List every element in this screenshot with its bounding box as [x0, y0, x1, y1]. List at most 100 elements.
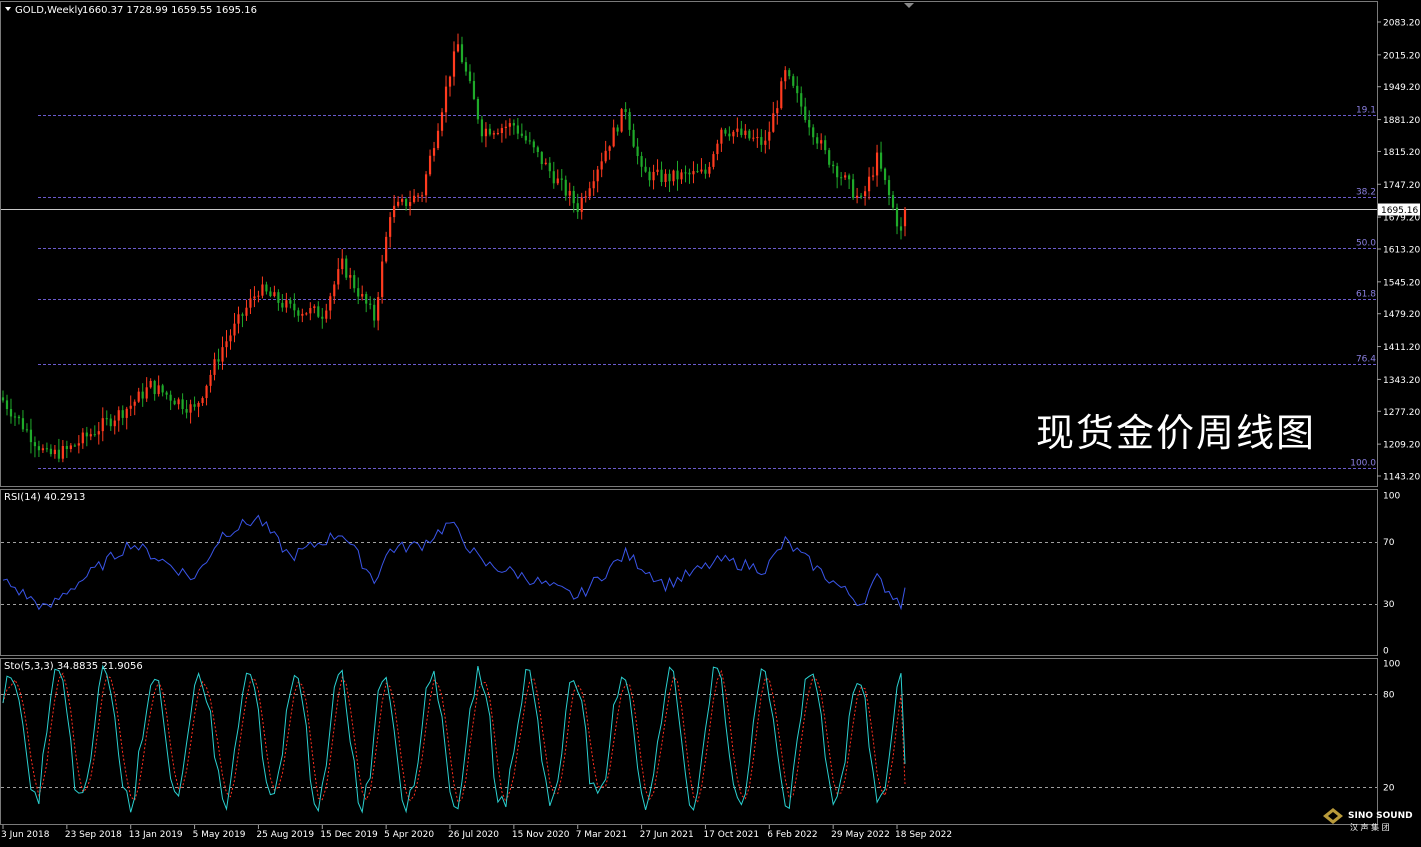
candle-body — [616, 127, 619, 132]
candle-body — [460, 44, 464, 63]
candle-body — [668, 173, 671, 182]
candle-body — [887, 180, 891, 196]
candle-body — [895, 207, 899, 227]
candle-body — [604, 150, 607, 162]
candle-body — [229, 335, 232, 342]
candle-body — [21, 418, 25, 430]
price-tick-label: 1143.20 — [1383, 473, 1420, 483]
candle-body — [233, 323, 236, 336]
candle-body — [241, 314, 244, 316]
candle-body — [149, 380, 152, 388]
candle-body — [393, 205, 396, 218]
candle-body — [488, 128, 492, 135]
candle-body — [129, 405, 132, 409]
candle-body — [269, 291, 272, 297]
candle-body — [728, 133, 731, 137]
price-tick-label: 1479.20 — [1383, 310, 1420, 320]
candle-body — [672, 170, 675, 182]
candle-body — [628, 112, 631, 130]
candle-body — [724, 129, 727, 134]
candle-body — [608, 146, 611, 151]
candle-body — [584, 196, 587, 198]
candle-body — [576, 203, 579, 212]
candle-body — [776, 108, 779, 114]
candle-body — [840, 177, 843, 179]
candle-body — [532, 141, 535, 148]
candle-body — [13, 416, 17, 418]
candle-body — [820, 140, 823, 144]
date-tick-label: 27 Jun 2021 — [640, 830, 694, 840]
date-tick-label: 7 Mar 2021 — [576, 830, 627, 840]
price-tick-label: 1545.20 — [1383, 278, 1420, 288]
candle-body — [540, 152, 543, 165]
candle-body — [752, 137, 755, 139]
candle-body — [385, 236, 388, 262]
candle-body — [452, 51, 456, 77]
candle-body — [193, 404, 196, 407]
price-tick-label: 2015.20 — [1383, 51, 1420, 61]
candle-body — [293, 303, 296, 311]
candle-body — [125, 408, 128, 418]
candle-body — [660, 169, 663, 182]
candle-body — [688, 172, 691, 175]
candle-body — [225, 341, 228, 348]
candle-body — [560, 178, 563, 180]
candle-body — [824, 140, 827, 151]
candle-body — [556, 178, 559, 184]
candle-body — [317, 306, 320, 317]
candle-body — [852, 179, 855, 198]
candle-body — [836, 166, 839, 178]
candle-body — [640, 156, 643, 167]
candle-body — [716, 143, 719, 155]
candle-body — [345, 258, 348, 278]
candle-body — [89, 434, 92, 437]
candle-body — [464, 62, 468, 72]
candle-body — [297, 310, 300, 316]
candle-body — [636, 146, 639, 157]
candle-body — [377, 297, 380, 321]
candle-body — [165, 392, 168, 395]
candle-body — [504, 126, 507, 129]
fib-label: 50.0 — [1356, 239, 1376, 249]
candle-body — [484, 128, 488, 137]
candle-body — [285, 300, 288, 308]
candle-body — [289, 300, 292, 304]
candle-body — [117, 410, 120, 421]
candle-body — [432, 148, 436, 156]
candle-body — [17, 416, 21, 419]
candle-body — [656, 169, 659, 172]
candle-body — [412, 195, 416, 203]
price-tick-label: 1613.20 — [1383, 246, 1420, 256]
candle-body — [25, 429, 29, 431]
candle-body — [808, 119, 811, 128]
candle-body — [353, 275, 356, 289]
candle-body — [81, 432, 84, 444]
candle-body — [197, 402, 200, 407]
candle-body — [883, 168, 887, 181]
candle-body — [361, 294, 364, 297]
candle-body — [381, 261, 384, 298]
date-tick-label: 29 May 2022 — [831, 830, 890, 840]
date-tick-label: 3 Jun 2018 — [1, 830, 50, 840]
candle-body — [732, 131, 735, 137]
candle-body — [444, 86, 448, 113]
candle-body — [448, 76, 452, 87]
candle-body — [784, 70, 787, 82]
date-tick-label: 15 Nov 2020 — [512, 830, 570, 840]
candle-body — [281, 302, 284, 308]
date-tick-label: 5 May 2019 — [193, 830, 246, 840]
candle-body — [45, 448, 49, 450]
price-tick-label: 1747.20 — [1383, 181, 1420, 191]
fib-label: 38.2 — [1356, 188, 1376, 198]
candle-body — [544, 162, 547, 165]
candle-body — [408, 202, 412, 206]
rsi-tick-label: 100 — [1383, 492, 1400, 502]
candle-body — [141, 391, 144, 399]
date-tick-label: 26 Jul 2020 — [448, 830, 499, 840]
candle-body — [261, 284, 264, 296]
candle-body — [416, 195, 420, 197]
candle-body — [684, 172, 687, 174]
price-tick-label: 1949.20 — [1383, 83, 1420, 93]
candle-body — [301, 313, 304, 316]
candle-body — [181, 399, 184, 410]
